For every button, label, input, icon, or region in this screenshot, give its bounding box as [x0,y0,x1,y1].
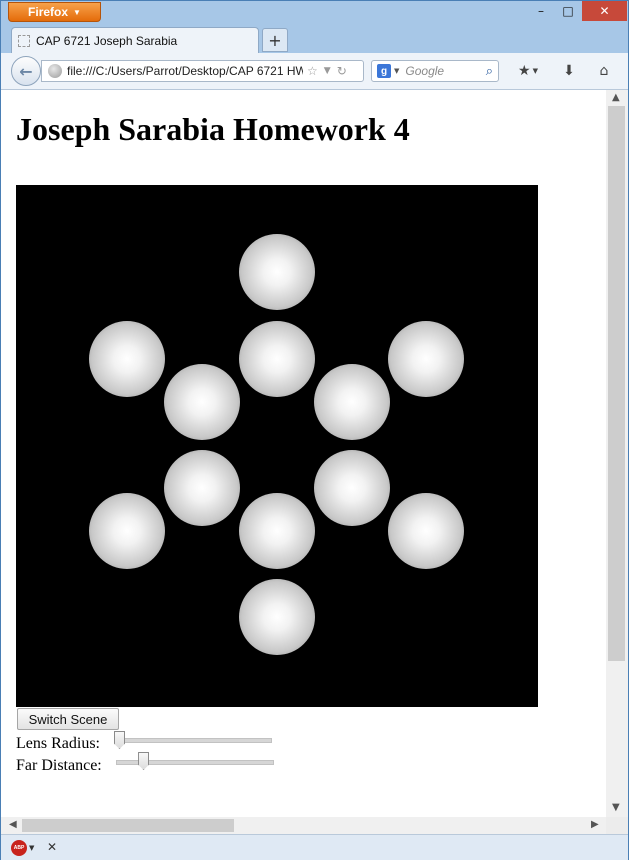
bookmark-star-icon[interactable]: ☆ [307,64,318,78]
vertical-scroll-thumb[interactable] [608,106,625,661]
scroll-down-icon[interactable]: ▼ [612,802,620,813]
minimize-button[interactable]: – [528,1,554,21]
url-bar[interactable]: file:///C:/Users/Parrot/Desktop/CAP 6721… [41,60,364,82]
reload-icon[interactable]: ↻ [337,64,347,78]
sphere [239,234,315,310]
chevron-down-icon: ▼ [73,7,81,17]
dropdown-icon[interactable]: ▼ [324,66,331,76]
google-icon[interactable]: g [377,64,391,78]
navigation-toolbar: ← file:///C:/Users/Parrot/Desktop/CAP 67… [1,53,628,90]
scroll-up-icon[interactable]: ▲ [612,92,620,103]
sphere [388,493,464,569]
tab-current[interactable]: CAP 6721 Joseph Sarabia [11,27,259,53]
close-window-button[interactable]: ✕ [582,1,627,21]
chevron-down-icon[interactable]: ▼ [29,844,34,852]
sphere [314,364,390,440]
search-icon[interactable]: ⌕ [486,64,493,79]
page-favicon-icon [18,34,30,47]
scroll-right-icon[interactable]: ▶ [591,819,599,830]
globe-icon [48,64,62,78]
new-tab-button[interactable]: + [262,28,288,52]
scrollbar-corner [606,817,628,834]
sphere [239,579,315,655]
sphere [388,321,464,397]
search-input[interactable]: Google [405,64,485,78]
title-bar: Firefox ▼ – □ ✕ [1,1,628,25]
bookmarks-star-icon: ★ [518,63,531,79]
search-engine-dropdown-icon[interactable]: ▼ [394,67,399,75]
url-text[interactable]: file:///C:/Users/Parrot/Desktop/CAP 6721… [67,64,303,78]
vertical-scrollbar[interactable]: ▲ ▼ [606,90,628,817]
sphere [314,450,390,526]
downloads-button[interactable]: ⬇ [558,61,580,81]
sphere [89,493,165,569]
home-icon: ⌂ [599,63,609,79]
browser-window: Firefox ▼ – □ ✕ CAP 6721 Joseph Sarabia … [0,0,629,860]
sphere [164,450,240,526]
sphere [89,321,165,397]
download-arrow-icon: ⬇ [563,63,575,79]
lens-radius-slider-thumb[interactable] [114,731,125,749]
back-button[interactable]: ← [11,56,41,86]
back-arrow-icon: ← [19,61,33,81]
far-distance-slider-thumb[interactable] [138,752,150,770]
home-button[interactable]: ⌂ [593,61,615,81]
close-addon-bar-icon[interactable]: ✕ [47,840,57,854]
scroll-left-icon[interactable]: ◀ [9,819,17,830]
sphere [239,321,315,397]
tab-title: CAP 6721 Joseph Sarabia [36,33,178,48]
chevron-down-icon: ▼ [532,67,538,75]
page-title: Joseph Sarabia Homework 4 [16,111,410,147]
sphere [239,493,315,569]
lens-radius-slider[interactable] [114,738,272,743]
render-canvas[interactable] [16,185,538,707]
addon-bar: ABP ▼ ✕ [1,834,628,860]
far-distance-label: Far Distance: [16,757,102,774]
switch-scene-button[interactable]: Switch Scene [17,708,119,730]
tab-strip: CAP 6721 Joseph Sarabia + [1,25,628,53]
sphere [164,364,240,440]
adblock-plus-icon[interactable]: ABP [11,840,27,856]
firefox-menu-button[interactable]: Firefox ▼ [8,2,101,22]
firefox-menu-label: Firefox [28,5,69,19]
horizontal-scrollbar[interactable]: ◀ ▶ [1,817,606,834]
page-content: Joseph Sarabia Homework 4 Switch Scene L… [1,90,606,817]
search-bar[interactable]: g ▼ Google ⌕ [371,60,499,82]
lens-radius-label: Lens Radius: [16,735,100,752]
bookmarks-menu-button[interactable]: ★ ▼ [513,61,543,81]
maximize-button[interactable]: □ [555,1,581,21]
horizontal-scroll-thumb[interactable] [22,819,234,832]
